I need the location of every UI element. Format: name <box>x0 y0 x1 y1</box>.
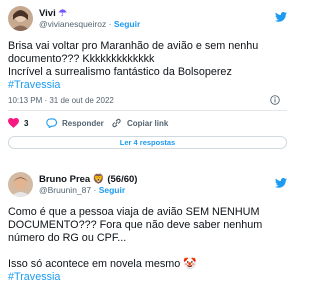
tweet-card-1: Vivi ☂ @vivianesqueiroz · Seguir Brisa v… <box>0 0 295 149</box>
name-suffix: (56/60) <box>107 174 138 185</box>
twitter-logo-icon[interactable] <box>275 9 287 27</box>
timestamp[interactable]: 10:13 PM · 31 de out de 2022 <box>8 96 114 105</box>
user-handle[interactable]: @Bruunin_87 <box>39 185 91 195</box>
tweet-header: Bruno Prea 🦁 (56/60) @Bruunin_87 · Segui… <box>8 172 287 202</box>
info-icon[interactable] <box>270 95 280 107</box>
copy-link-label: Copiar link <box>127 118 169 128</box>
reply-icon <box>46 118 57 128</box>
tweet-line: DOCUMENTO??? Fora que não deve saber nen… <box>8 219 263 231</box>
user-names: Vivi ☂ @vivianesqueiroz · Seguir <box>39 8 140 30</box>
tweet-line: Incrível a surrealismo fantástico da Bol… <box>8 66 232 78</box>
tweet-line: Isso só acontece em novela mesmo <box>8 258 181 270</box>
separator: · <box>93 185 97 195</box>
lion-emoji: 🦁 <box>92 174 105 185</box>
tweet-line: documento??? Kkkkkkkkkkkkk <box>8 53 155 65</box>
user-handle[interactable]: @vivianesqueiroz <box>39 19 106 29</box>
reply-label: Responder <box>62 118 104 128</box>
clown-emoji: 🤡 <box>183 258 197 270</box>
avatar[interactable] <box>8 172 33 197</box>
tweet-meta: 10:13 PM · 31 de out de 2022 <box>8 95 280 105</box>
tweet-card-2: Bruno Prea 🦁 (56/60) @Bruunin_87 · Segui… <box>0 170 295 300</box>
copy-link-button[interactable]: Copiar link <box>111 118 168 128</box>
tweet-text: Como é que a pessoa viaja de avião SEM N… <box>8 206 262 284</box>
follow-button[interactable]: Seguir <box>114 19 140 29</box>
read-replies-button[interactable]: Ler 4 respostas <box>8 136 287 149</box>
tweet-text: Brisa vai voltar pro Maranhão de avião e… <box>8 40 258 92</box>
divider <box>8 110 287 111</box>
display-name[interactable]: Vivi <box>39 8 56 19</box>
link-icon <box>111 118 122 128</box>
hashtag-link[interactable]: #Travessia <box>8 79 60 91</box>
follow-button[interactable]: Seguir <box>99 185 125 195</box>
display-name[interactable]: Bruno Prea <box>39 174 90 185</box>
tweet-header: Vivi ☂ @vivianesqueiroz · Seguir <box>8 6 287 36</box>
heart-icon <box>8 118 19 128</box>
tweet-line: número do RG ou CPF... <box>8 232 127 244</box>
like-count: 3 <box>24 118 29 128</box>
hashtag-link[interactable]: #Travessia <box>8 271 60 283</box>
user-names: Bruno Prea 🦁 (56/60) @Bruunin_87 · Segui… <box>39 174 137 196</box>
reply-button[interactable]: Responder <box>46 118 104 128</box>
umbrella-emoji: ☂ <box>58 8 67 19</box>
avatar[interactable] <box>8 6 33 31</box>
twitter-logo-icon[interactable] <box>275 175 287 193</box>
tweet-separator <box>0 154 295 166</box>
tweet-line: Como é que a pessoa viaja de avião SEM N… <box>8 206 260 218</box>
separator: · <box>108 19 112 29</box>
tweet-line: Brisa vai voltar pro Maranhão de avião e… <box>8 40 259 52</box>
like-button[interactable]: 3 <box>8 118 28 128</box>
